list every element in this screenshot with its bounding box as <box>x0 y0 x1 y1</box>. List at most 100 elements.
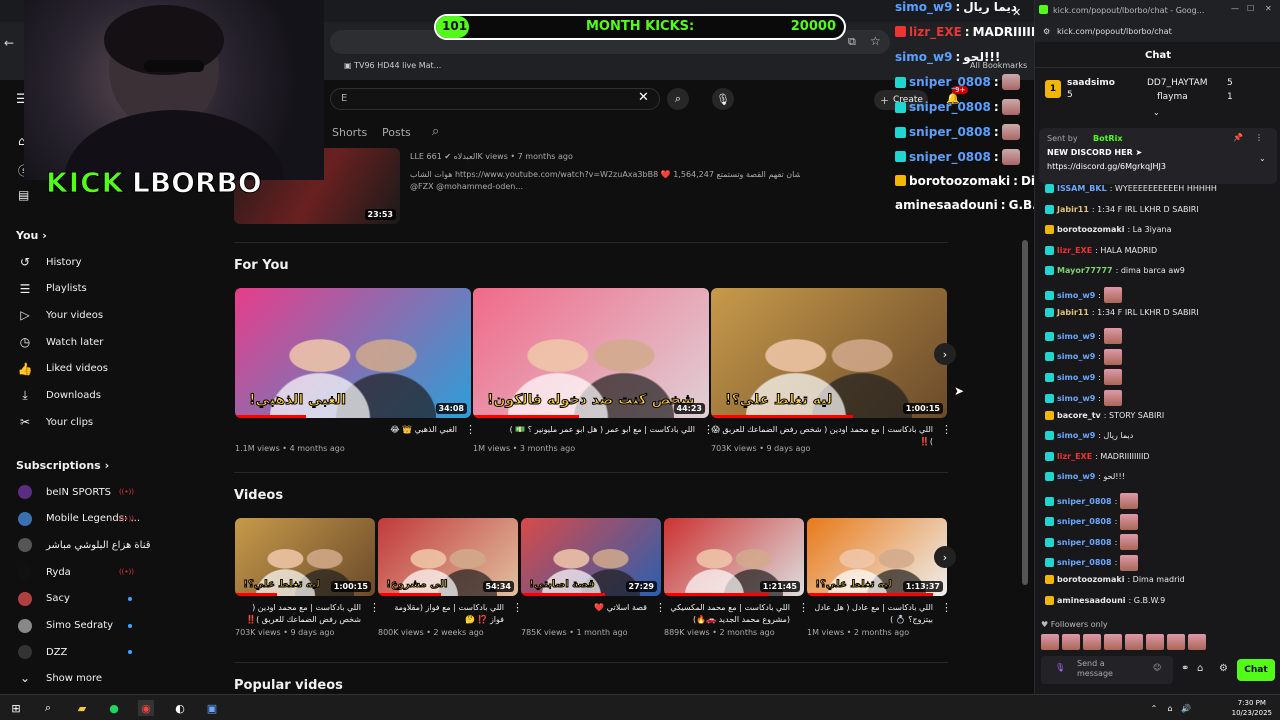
sidebar-item-history[interactable]: ↺ History <box>0 250 160 274</box>
subscriptions-header[interactable]: Subscriptions › <box>16 459 109 472</box>
search-button[interactable]: ⌕ <box>667 88 689 110</box>
sidebar-item-your-videos[interactable]: ▷ Your videos <box>0 303 160 327</box>
volume-icon[interactable]: 🔊 <box>1178 700 1194 716</box>
system-clock[interactable]: 7:30 PM 10/23/2025 <box>1232 698 1272 718</box>
chat-badge-icon <box>1045 352 1054 362</box>
video-title[interactable]: اللي بادكاست | مع عادل ( هل عادل بيتزوج؟… <box>807 602 933 626</box>
video-thumbnail[interactable]: الى مشروع! 54:34 <box>378 518 518 596</box>
webcam-feed <box>24 0 324 180</box>
video-thumbnail[interactable]: ليه تغلط علي؟! 1:00:15 <box>235 518 375 596</box>
gift-leaderboard: 1 saadsimo 5 DD7_HAYTAM 5 flayma 1 ⌄ <box>1035 68 1280 117</box>
video-title[interactable]: اللي بادكاست | مع محمد المكسيكي (مشروع م… <box>664 602 790 626</box>
top-video-channel[interactable]: LLE العبدلاه ✔ 661K views • 7 months ago <box>410 152 573 161</box>
leader-name[interactable]: saadsimo <box>1067 78 1115 88</box>
subscription-item[interactable]: Ryda ((•)) <box>0 560 160 584</box>
sidebar-item-liked-videos[interactable]: 👍 Liked videos <box>0 357 160 381</box>
you-section[interactable]: You › <box>16 229 47 242</box>
thumbnail-caption: ليه تغلط علي؟! <box>815 578 892 590</box>
watch-later-icon: ◷ <box>19 335 31 350</box>
bookmark-star-icon[interactable]: ☆ <box>870 34 881 48</box>
sidebar-item-watch-later[interactable]: ◷ Watch later <box>0 330 160 354</box>
emote[interactable] <box>1104 634 1122 650</box>
video-thumbnail[interactable]: ليه تغلط علي؟! 1:13:37 <box>807 518 947 596</box>
app-icon[interactable]: ▣ <box>204 700 220 716</box>
chrome-icon[interactable]: ◉ <box>138 700 154 716</box>
tab-posts[interactable]: Posts <box>382 126 411 139</box>
video-title[interactable]: قصة اسلاتي ❤️ <box>521 602 647 626</box>
goal-current: 101 <box>442 19 468 33</box>
close-window-icon[interactable]: ✕ <box>1265 4 1272 13</box>
clear-search-icon[interactable]: ✕ <box>638 90 649 105</box>
subscription-item[interactable]: قناة هزاع البلوشي مباشر <box>0 533 160 557</box>
settings-icon[interactable]: ⚙ <box>1219 663 1228 674</box>
tab-shorts[interactable]: Shorts <box>332 126 367 139</box>
cast-icon[interactable]: ⧉ <box>848 35 856 49</box>
video-thumbnail[interactable]: شخص كنت ضد دخوله فالكون! 44:23 <box>473 288 709 418</box>
show-more-button[interactable]: ⌄ Show more <box>0 666 160 690</box>
pinned-sender[interactable]: BotRix <box>1093 134 1122 143</box>
emote-bar <box>1041 634 1221 650</box>
leader-name[interactable]: flayma <box>1157 92 1188 102</box>
more-options-icon[interactable]: ⋮ <box>1255 133 1263 142</box>
scrollbar[interactable] <box>1022 240 1028 585</box>
sidebar-item-your-clips[interactable]: ✂ Your clips <box>0 410 160 434</box>
videos-next-button[interactable]: › <box>934 546 956 568</box>
video-thumbnail[interactable]: قصة اصابتي! 27:29 <box>521 518 661 596</box>
minimize-icon[interactable]: — <box>1231 4 1239 13</box>
bookmark-item[interactable]: ▣ TV96 HD44 live Mat... <box>344 61 441 70</box>
more-options-icon[interactable]: ⋮ <box>941 601 952 614</box>
subscription-item[interactable]: Sacy <box>0 587 160 611</box>
leader-name[interactable]: DD7_HAYTAM <box>1147 78 1208 88</box>
subscription-item[interactable]: Mobile Legends: ... ((•)) <box>0 507 160 531</box>
overlay-chat-line: sniper_0808: <box>895 148 1020 165</box>
channel-search-icon[interactable]: ⌕ <box>432 124 439 139</box>
emote[interactable] <box>1188 634 1206 650</box>
chat-badge-icon <box>1045 204 1054 214</box>
emote[interactable] <box>1083 634 1101 650</box>
pinned-link[interactable]: https://discord.gg/6MgrkqJHJ3 <box>1047 162 1166 171</box>
video-title[interactable]: اللي بادكاست | مع محمد اودين ( شخص رفض ا… <box>235 602 361 626</box>
subscription-item[interactable]: DZZ <box>0 640 160 664</box>
maximize-icon[interactable]: ☐ <box>1247 4 1254 13</box>
file-explorer-icon[interactable]: ▰ <box>74 700 90 716</box>
video-thumbnail[interactable]: الغبي الذهبي! 34:08 <box>235 288 471 418</box>
emoji-icon[interactable]: ☺ <box>1153 663 1161 672</box>
sidebar-item-playlists[interactable]: ☰ Playlists <box>0 277 160 301</box>
emote[interactable] <box>1146 634 1164 650</box>
windows-start-icon[interactable]: ⊞ <box>8 700 24 716</box>
kick-url-bar[interactable]: ⚙ kick.com/popout/lborbo/chat <box>1035 22 1280 42</box>
back-icon[interactable]: ← <box>4 36 14 50</box>
subscription-item[interactable]: Simo Sedraty <box>0 614 160 638</box>
chevron-down-icon[interactable]: ⌄ <box>1153 108 1160 117</box>
spotify-icon[interactable]: ● <box>106 700 122 716</box>
subscription-item[interactable]: beIN SPORTS ((•)) <box>0 480 160 504</box>
overlay-chat-line: simo_w9: ديما ريال <box>895 0 1017 14</box>
obs-icon[interactable]: ◐ <box>172 700 188 716</box>
more-options-icon[interactable]: ⋮ <box>941 423 952 436</box>
emote[interactable] <box>1062 634 1080 650</box>
send-message-input[interactable]: 🎙 Send a message ☺ <box>1041 656 1173 684</box>
avatar <box>18 645 32 660</box>
subscriptions-icon[interactable]: ▤ <box>18 188 29 202</box>
chat-send-button[interactable]: Chat <box>1237 659 1275 681</box>
search-icon[interactable]: ⌕ <box>40 700 56 716</box>
close-icon[interactable]: ✕ <box>1012 6 1021 19</box>
emote <box>1001 74 1020 91</box>
thumbnail-caption: قصة اصابتي! <box>529 578 595 590</box>
for-you-next-button[interactable]: › <box>934 343 956 365</box>
gift-icon[interactable]: ⌂ <box>1197 663 1203 674</box>
emote[interactable] <box>1125 634 1143 650</box>
video-title[interactable]: اللي بادكاست | مع فواز (مقلاومة فواز ⁉️ … <box>378 602 504 626</box>
search-input[interactable]: E <box>330 88 660 110</box>
voice-search-button[interactable]: 🎙 <box>712 88 734 110</box>
points-icon[interactable]: ⚭ <box>1181 663 1189 674</box>
emote[interactable] <box>1041 634 1059 650</box>
video-thumbnail[interactable]: 1:21:45 <box>664 518 804 596</box>
chat-message: sniper_0808: <box>1045 493 1275 509</box>
tray-chevron-icon[interactable]: ⌃ <box>1146 700 1162 716</box>
emote[interactable] <box>1167 634 1185 650</box>
network-icon[interactable]: ⌂ <box>1162 700 1178 716</box>
video-thumbnail[interactable]: ليه تغلط علي؟! 1:00:15 <box>711 288 947 418</box>
collapse-icon[interactable]: ⌄ <box>1259 154 1266 163</box>
sidebar-item-downloads[interactable]: ⤓ Downloads <box>0 384 160 408</box>
